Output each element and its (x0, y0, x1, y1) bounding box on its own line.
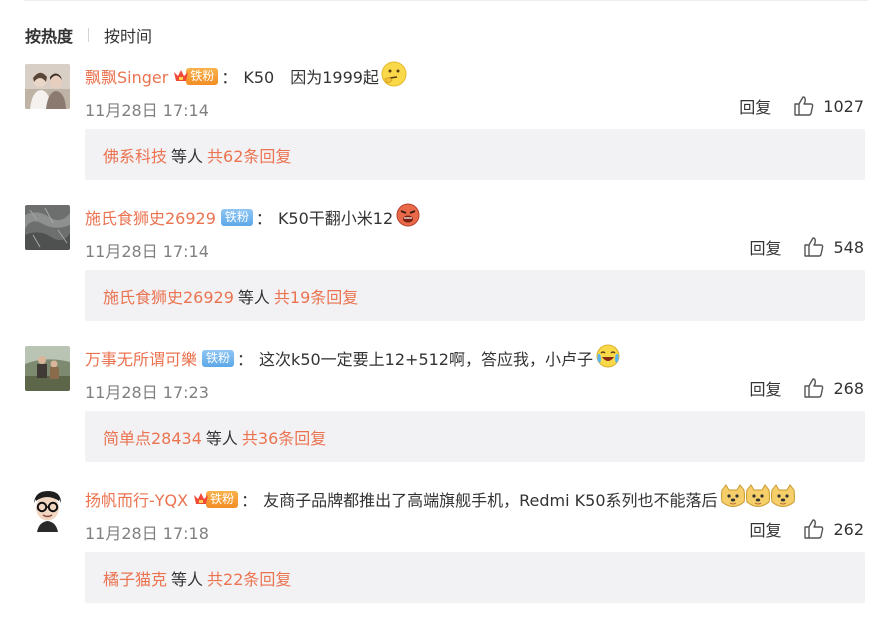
fan-badge[interactable]: 铁粉 (173, 67, 219, 85)
fan-badge-label: 铁粉 (220, 208, 253, 226)
fan-badge[interactable]: 铁粉 (193, 490, 239, 508)
divider (24, 0, 868, 1)
fan-badge[interactable]: 铁粉 (220, 208, 253, 226)
like-button[interactable]: 548 (803, 236, 864, 258)
thumbs-up-icon (804, 378, 824, 398)
comment-item: 万事无所谓可樂 铁粉 ： 这次k50一定要上12+512啊，答应我，小卢子 11… (0, 343, 892, 487)
crying-laugh-emoji-icon (595, 343, 621, 373)
sub-reply-count-link[interactable]: 共62条回复 (207, 147, 291, 166)
fan-badge[interactable]: 铁粉 (202, 349, 235, 367)
colon: ： (221, 68, 238, 87)
colon: ： (255, 209, 272, 228)
fan-badge-label: 铁粉 (202, 349, 235, 367)
fan-badge-label: 铁粉 (186, 67, 219, 85)
fan-badge-label: 铁粉 (206, 490, 239, 508)
sub-reply-user[interactable]: 简单点28434 (103, 429, 202, 448)
comment-text: K50干翻小米12 (277, 209, 394, 228)
sub-replies-box: 佛系科技 等人 共62条回复 (85, 129, 865, 180)
thinking-emoji-icon (381, 61, 407, 91)
like-button[interactable]: 1027 (793, 95, 864, 117)
sub-reply-others-label: 等人 (237, 287, 270, 307)
thumbs-up-icon (804, 237, 824, 257)
avatar[interactable] (25, 205, 70, 250)
crown-icon (194, 493, 209, 504)
like-count: 1027 (823, 96, 864, 116)
sort-tabs: 按热度 按时间 (25, 22, 152, 48)
sub-reply-count-link[interactable]: 共22条回复 (207, 570, 291, 589)
sub-reply-count-link[interactable]: 共19条回复 (274, 288, 358, 307)
comment-username[interactable]: 施氏食狮史26929 (85, 205, 216, 229)
comment-time: 11月28日 17:14 (85, 242, 209, 261)
sub-reply-user[interactable]: 佛系科技 (103, 147, 167, 166)
comment-item: 扬帆而行-YQX 铁粉 ： 友商子品牌都推出了高端旗舰手机，Redmi K50系… (0, 484, 892, 628)
reply-button[interactable]: 回复 (739, 94, 771, 118)
avatar[interactable] (25, 64, 70, 109)
comment-username[interactable]: 万事无所谓可樂 (85, 346, 197, 370)
thumbs-up-icon (804, 519, 824, 539)
sort-separator (88, 28, 90, 42)
comment-item: 施氏食狮史26929 铁粉 ： K50干翻小米12 11月28日 17:14 回… (0, 202, 892, 346)
thumbs-up-icon (794, 96, 814, 116)
like-count: 262 (833, 519, 864, 539)
sub-reply-count-link[interactable]: 共36条回复 (242, 429, 326, 448)
sub-replies-box: 橘子猫克 等人 共22条回复 (85, 552, 865, 603)
crown-icon (174, 70, 189, 81)
comment-text: 友商子品牌都推出了高端旗舰手机，Redmi K50系列也不能落后 (263, 491, 718, 510)
reply-button[interactable]: 回复 (749, 517, 781, 541)
avatar[interactable] (25, 346, 70, 391)
comment-text: 这次k50一定要上12+512啊，答应我，小卢子 (259, 350, 593, 369)
sub-reply-user[interactable]: 施氏食狮史26929 (103, 288, 234, 307)
like-button[interactable]: 268 (803, 377, 864, 399)
colon: ： (237, 350, 254, 369)
comment-time: 11月28日 17:14 (85, 101, 209, 120)
colon: ： (241, 491, 258, 510)
comment-username[interactable]: 扬帆而行-YQX (85, 487, 188, 511)
doge-emoji-icon (720, 484, 796, 514)
sub-reply-others-label: 等人 (205, 428, 238, 448)
sub-replies-box: 简单点28434 等人 共36条回复 (85, 411, 865, 462)
sort-by-time-tab[interactable]: 按时间 (104, 23, 152, 47)
like-count: 268 (833, 378, 864, 398)
reply-button[interactable]: 回复 (749, 235, 781, 259)
sub-reply-others-label: 等人 (171, 146, 204, 166)
sub-reply-others-label: 等人 (171, 569, 204, 589)
sub-replies-box: 施氏食狮史26929 等人 共19条回复 (85, 270, 865, 321)
sort-by-hot-tab[interactable]: 按热度 (25, 23, 73, 47)
avatar[interactable] (25, 487, 70, 532)
comment-text: K50 因为1999起 (243, 68, 379, 87)
like-count: 548 (833, 237, 864, 257)
angry-emoji-icon (395, 202, 421, 232)
comment-item: 飘飘Singer 铁粉 ： K50 因为1999起 11月28日 17:14 回… (0, 61, 892, 205)
comment-time: 11月28日 17:18 (85, 524, 209, 543)
sub-reply-user[interactable]: 橘子猫克 (103, 570, 167, 589)
comment-time: 11月28日 17:23 (85, 383, 209, 402)
comment-username[interactable]: 飘飘Singer (85, 64, 168, 88)
reply-button[interactable]: 回复 (749, 376, 781, 400)
like-button[interactable]: 262 (803, 518, 864, 540)
